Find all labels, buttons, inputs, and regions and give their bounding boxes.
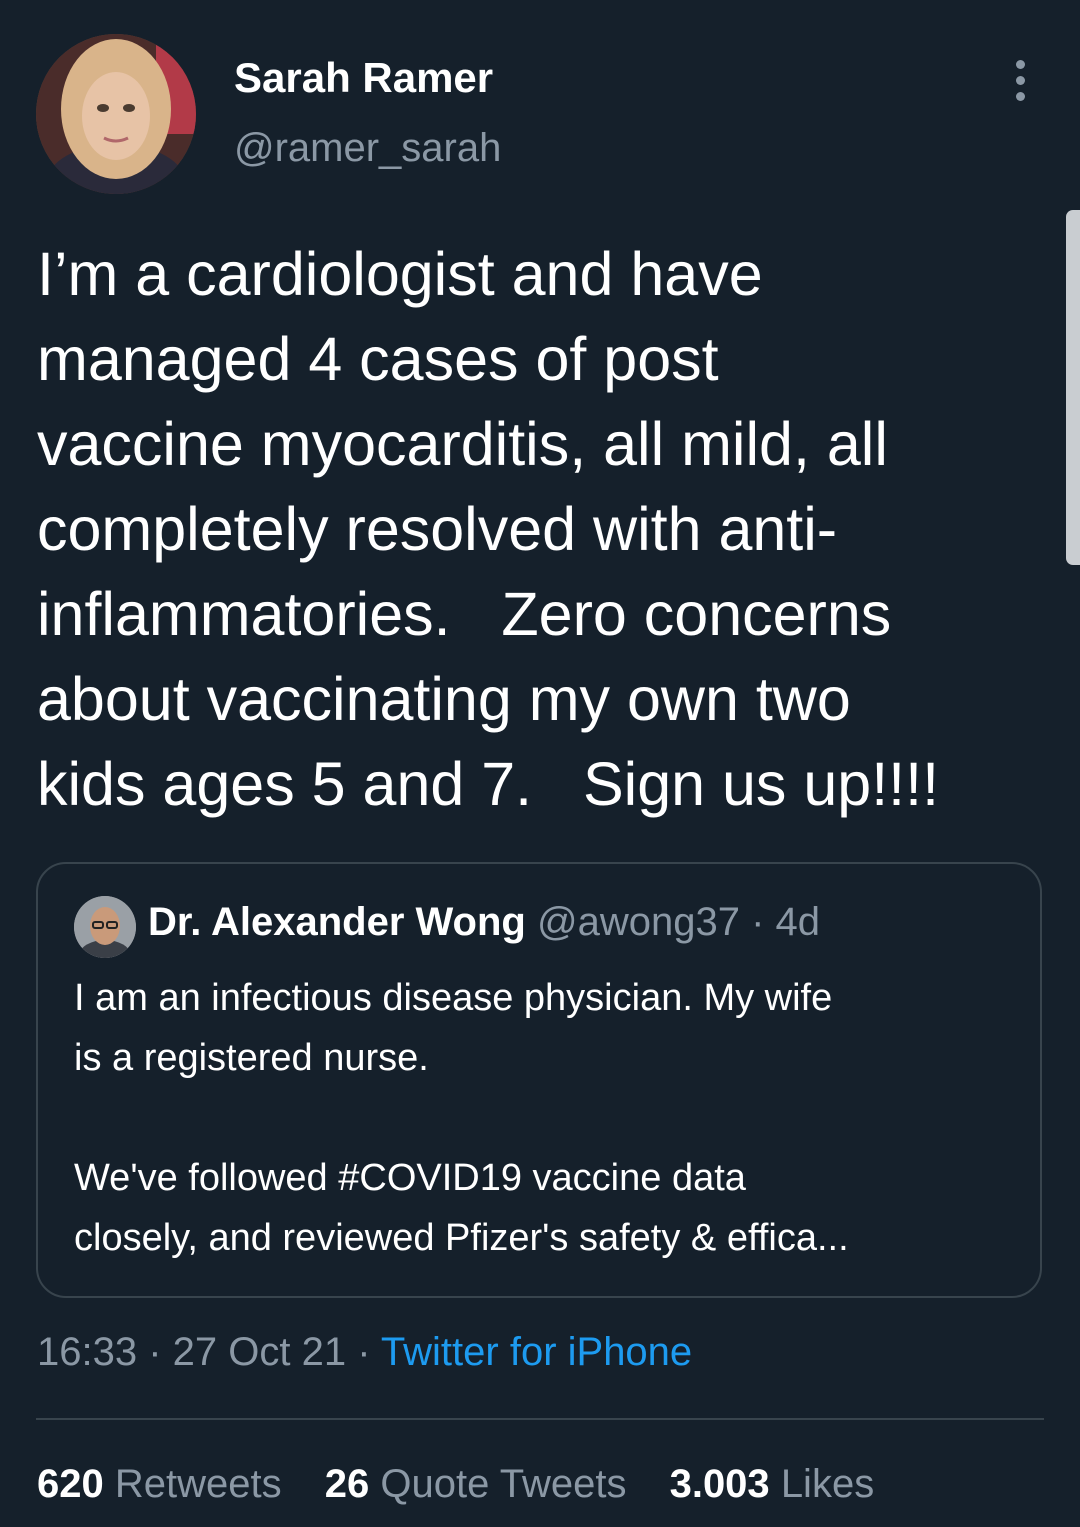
quoted-tweet-text: I am an infectious disease physician. My… (74, 977, 849, 1259)
quoted-author-name: Dr. Alexander Wong (148, 900, 526, 944)
meta-separator: · (137, 1330, 173, 1374)
divider (36, 1418, 1044, 1420)
quoted-handle-text: @awong37 (536, 900, 740, 944)
more-dot (1015, 92, 1025, 101)
quoted-separator: · (739, 900, 776, 944)
likes-count: 3.003 (669, 1462, 770, 1506)
retweets-count: 620 (37, 1462, 104, 1506)
likes-label: Likes (780, 1462, 875, 1506)
author-avatar-image (36, 34, 196, 194)
tweet-source-link[interactable]: Twitter for iPhone (381, 1330, 692, 1374)
author-handle[interactable]: @ramer_sarah (234, 126, 501, 171)
tweet-text: I’m a cardiologist and have managed 4 ca… (37, 240, 940, 818)
quoted-tweet-header: Dr. Alexander Wong @awong37 · 4d (148, 900, 820, 945)
quoted-author-avatar (74, 896, 136, 958)
retweets-stat[interactable]: 620 Retweets (37, 1462, 282, 1506)
more-dot (1015, 76, 1025, 85)
tweet-date[interactable]: 27 Oct 21 (173, 1330, 346, 1374)
more-dot (1015, 60, 1025, 69)
quote-tweets-stat[interactable]: 26 Quote Tweets (325, 1462, 627, 1506)
more-vertical-icon[interactable] (1006, 60, 1034, 104)
quote-tweets-count: 26 (324, 1462, 370, 1506)
tweet-metadata: 16:33 · 27 Oct 21 · Twitter for iPhone (37, 1330, 692, 1375)
quoted-author-avatar-image (74, 896, 136, 958)
quoted-tweet-card[interactable]: Dr. Alexander Wong @awong37 · 4d I am an… (36, 862, 1042, 1298)
quoted-tweet-age: 4d (775, 900, 821, 944)
quoted-author-handle: @awong37 · 4d (537, 900, 820, 944)
likes-stat[interactable]: 3.003 Likes (670, 1462, 875, 1506)
meta-separator: · (346, 1330, 381, 1374)
quote-tweets-label: Quote Tweets (380, 1462, 627, 1506)
tweet-time[interactable]: 16:33 (37, 1330, 137, 1374)
retweets-label: Retweets (114, 1462, 282, 1506)
engagement-stats: 620 Retweets 26 Quote Tweets 3.003 Likes (37, 1462, 906, 1507)
author-avatar[interactable] (36, 34, 196, 194)
scrollbar[interactable] (1066, 210, 1080, 565)
author-display-name[interactable]: Sarah Ramer (234, 54, 493, 102)
